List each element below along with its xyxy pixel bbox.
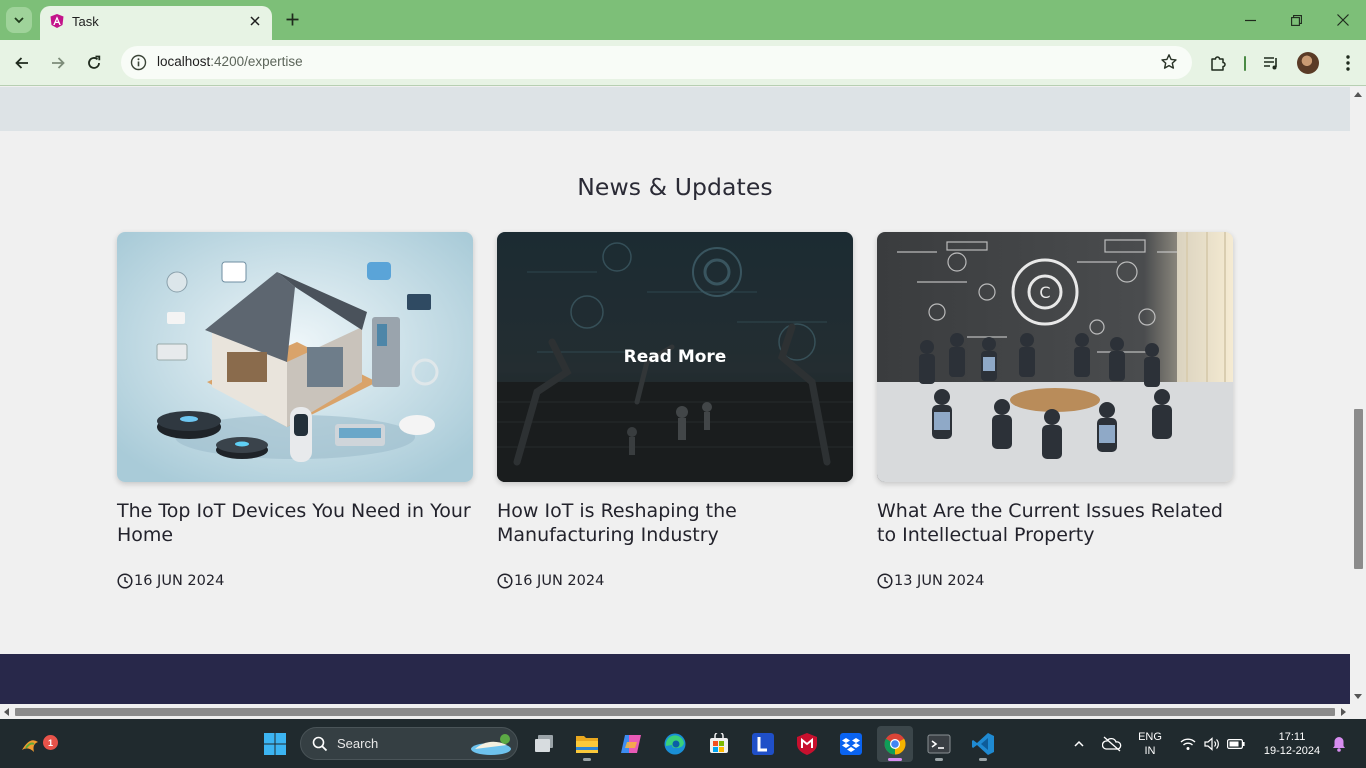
svg-text:C: C xyxy=(1039,283,1050,302)
clock-icon xyxy=(877,573,893,589)
search-label: Search xyxy=(337,736,379,751)
media-control-icon[interactable] xyxy=(1260,52,1282,74)
toolbar-separator xyxy=(1244,56,1246,71)
extensions-icon[interactable] xyxy=(1207,52,1229,74)
card-title[interactable]: What Are the Current Issues Related to I… xyxy=(877,499,1233,547)
read-more-overlay[interactable]: Read More xyxy=(497,232,853,482)
language-code: ENG xyxy=(1138,731,1162,743)
tab-search-icon[interactable] xyxy=(6,7,32,33)
onedrive-offline-icon[interactable] xyxy=(1099,726,1125,762)
tab-title: Task xyxy=(72,14,99,29)
clock[interactable]: 17:11 19-12-2024 xyxy=(1256,730,1328,758)
scroll-up-arrow-icon[interactable] xyxy=(1354,92,1362,97)
search-icon xyxy=(312,736,328,752)
minimize-icon[interactable] xyxy=(1240,10,1260,30)
profile-avatar[interactable] xyxy=(1297,52,1319,74)
language-region: IN xyxy=(1144,745,1156,757)
restore-icon[interactable] xyxy=(1286,10,1306,30)
notification-bell-icon[interactable] xyxy=(1328,726,1350,762)
search-highlight-icon xyxy=(471,734,511,755)
close-window-icon[interactable] xyxy=(1333,10,1353,30)
reload-icon[interactable] xyxy=(82,51,106,75)
mcafee-icon[interactable] xyxy=(789,726,825,762)
clock-time: 17:11 xyxy=(1278,731,1306,743)
battery-icon[interactable] xyxy=(1225,726,1247,762)
scroll-left-arrow-icon[interactable] xyxy=(4,708,9,716)
card-date: 16 JUN 2024 xyxy=(497,573,604,589)
widgets-icon[interactable]: 1 xyxy=(12,726,58,762)
more-menu-icon[interactable] xyxy=(1337,52,1359,74)
task-view-icon[interactable] xyxy=(526,726,562,762)
previous-section-band xyxy=(0,87,1350,131)
terminal-icon[interactable] xyxy=(921,726,957,762)
news-card-3[interactable]: C What Are the Current Issues Related to… xyxy=(877,232,1233,589)
running-indicator xyxy=(583,758,591,761)
chrome-icon[interactable] xyxy=(877,726,913,762)
card-image-factory[interactable]: Read More xyxy=(497,232,853,482)
notification-badge: 1 xyxy=(43,735,58,750)
vertical-scrollbar[interactable] xyxy=(1350,87,1366,704)
card-date-text: 16 JUN 2024 xyxy=(514,573,605,589)
clock-icon xyxy=(117,573,133,589)
language-indicator[interactable]: ENG IN xyxy=(1133,730,1167,758)
card-date: 16 JUN 2024 xyxy=(117,573,224,589)
browser-toolbar: localhost:4200/expertise xyxy=(0,40,1366,86)
bookmark-star-icon[interactable] xyxy=(1160,53,1178,71)
card-title[interactable]: The Top IoT Devices You Need in Your Hom… xyxy=(117,499,473,547)
news-card-2[interactable]: Read More How IoT is Reshaping the Manuf… xyxy=(497,232,853,589)
scrollbar-corner xyxy=(1350,704,1366,719)
volume-icon[interactable] xyxy=(1201,726,1223,762)
page-viewport: News & Updates The Top IoT Devices You N… xyxy=(0,87,1350,704)
url-host: localhost xyxy=(157,54,211,69)
chevron-up-icon[interactable] xyxy=(1068,726,1090,762)
url-text[interactable]: localhost:4200/expertise xyxy=(157,54,303,69)
wifi-icon[interactable] xyxy=(1177,726,1199,762)
close-icon[interactable] xyxy=(246,12,264,30)
edge-icon[interactable] xyxy=(657,726,693,762)
vscode-icon[interactable] xyxy=(965,726,1001,762)
tab-active[interactable]: Task xyxy=(40,6,272,40)
url-path: :4200/expertise xyxy=(210,54,303,69)
microsoft-store-icon[interactable] xyxy=(701,726,737,762)
card-image-smart-home[interactable] xyxy=(117,232,473,482)
angular-favicon-icon xyxy=(50,14,64,28)
running-indicator xyxy=(935,758,943,761)
forward-arrow-icon[interactable] xyxy=(46,51,70,75)
back-arrow-icon[interactable] xyxy=(10,51,34,75)
scroll-right-arrow-icon[interactable] xyxy=(1341,708,1346,716)
active-indicator xyxy=(888,758,902,761)
browser-tab-strip: Task xyxy=(0,0,1366,40)
page-footer xyxy=(0,654,1350,704)
card-title[interactable]: How IoT is Reshaping the Manufacturing I… xyxy=(497,499,853,547)
windows-taskbar: 1 Search ENG IN 17:11 19-12-2024 xyxy=(0,719,1366,768)
card-date-text: 16 JUN 2024 xyxy=(134,573,225,589)
copilot-icon[interactable] xyxy=(613,726,649,762)
news-card-1[interactable]: The Top IoT Devices You Need in Your Hom… xyxy=(117,232,473,589)
address-bar[interactable]: localhost:4200/expertise xyxy=(121,46,1192,79)
clock-date: 19-12-2024 xyxy=(1263,745,1321,757)
scroll-down-arrow-icon[interactable] xyxy=(1354,694,1362,699)
horizontal-scroll-thumb[interactable] xyxy=(15,708,1335,716)
file-explorer-icon[interactable] xyxy=(569,726,605,762)
card-image-meeting[interactable]: C xyxy=(877,232,1233,482)
site-info-icon[interactable] xyxy=(130,54,147,71)
dropbox-icon[interactable] xyxy=(833,726,869,762)
plus-icon[interactable] xyxy=(282,9,302,29)
launcher-l-icon[interactable] xyxy=(745,726,781,762)
taskbar-search[interactable]: Search xyxy=(300,727,518,760)
running-indicator xyxy=(979,758,987,761)
card-date: 13 JUN 2024 xyxy=(877,573,984,589)
read-more-label[interactable]: Read More xyxy=(624,347,727,367)
vertical-scroll-thumb[interactable] xyxy=(1354,409,1363,569)
clock-icon xyxy=(497,573,513,589)
horizontal-scrollbar[interactable] xyxy=(0,704,1350,719)
start-button-icon[interactable] xyxy=(257,726,293,762)
section-title: News & Updates xyxy=(577,173,773,201)
card-date-text: 13 JUN 2024 xyxy=(894,573,985,589)
